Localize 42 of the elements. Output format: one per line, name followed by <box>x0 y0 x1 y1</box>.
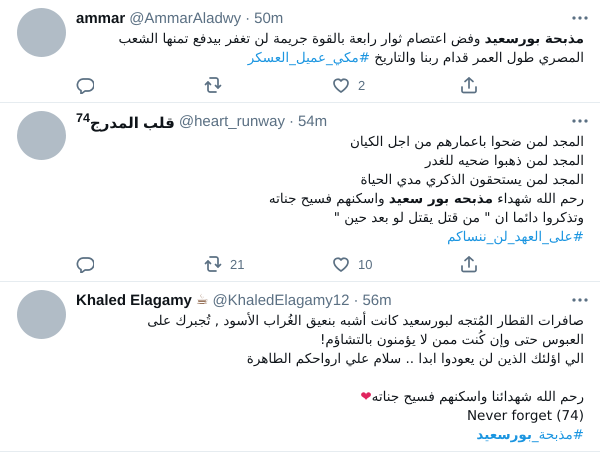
separator-dot: · <box>288 112 294 130</box>
heart-icon[interactable] <box>332 255 350 273</box>
tweet-text: المصري طول العمر قدام ربنا والتاريخ <box>373 50 584 66</box>
hashtag-link[interactable]: #مذبحة_بورسعيد <box>476 427 584 443</box>
hashtag-link[interactable]: #مكي_عميل_العسكر <box>248 50 370 66</box>
tweet-time[interactable]: 56m <box>362 292 392 308</box>
coffee-emoji: ☕ <box>196 292 208 308</box>
share-icon[interactable] <box>460 255 478 273</box>
tweet-text: رحم الله شهداء مذبحه بور سعيد واسكنهم فسيح جناته <box>268 191 584 207</box>
tweet-text: مذبحة بورسعيد وفض اعتصام ثوار رابعة بالقوة جريمة لن تغفر بيدفع تمنها الشعب <box>118 31 584 47</box>
more-icon[interactable] <box>572 16 588 20</box>
more-icon[interactable] <box>572 119 588 123</box>
tweet-text: المجد لمن ذهبوا ضحيه للغدر <box>425 153 584 169</box>
more-icon[interactable] <box>572 298 588 302</box>
retweet-icon[interactable] <box>204 76 222 94</box>
reply-icon[interactable] <box>76 255 94 273</box>
heart-icon[interactable] <box>332 76 350 94</box>
share-icon[interactable] <box>460 76 478 94</box>
tweet-text: الي اؤلئك الذين لن يعودوا ابدا .. سلام علي ارواحكم الطاهرة <box>246 351 584 367</box>
like-count: 10 <box>358 256 372 272</box>
user-name[interactable]: ammar <box>76 10 126 26</box>
heart-emoji: ❤ <box>360 389 372 405</box>
tweet-text: العبوس حتى وإن كُنت ممن لا يؤمنون بالتشاؤم! <box>320 332 584 348</box>
tweet-text: المجد لمن يستحقون الذكري مدي الحياة <box>360 172 584 188</box>
reply-icon[interactable] <box>76 76 94 94</box>
like-count: 2 <box>358 78 366 92</box>
tweet-text: صافرات القطار المُتجه لبورسعيد كانت أشبه بنعيق الغُراب الأسود , تُجبرك على <box>147 313 584 329</box>
separator-dot: · <box>353 292 358 308</box>
retweet-count: 21 <box>230 256 244 272</box>
tweet-text: المجد لمن ضحوا باعمارهم من اجل الكيان <box>350 134 584 150</box>
hashtag-link[interactable]: #على_العهد_لن_ننساكم <box>447 229 584 245</box>
tweet-text: Never forget (74) <box>466 408 584 424</box>
tweet-time[interactable]: 54m <box>298 112 328 130</box>
tweet-time[interactable]: 50m <box>254 10 284 26</box>
separator-dot: · <box>245 10 250 26</box>
tweet-text: رحم الله شهدائنا واسكنهم فسيح جناته <box>372 389 584 405</box>
user-handle[interactable]: @heart_runway <box>178 112 285 130</box>
tweet-text: وتذكروا دائما ان " من قتل يقتل لو بعد حين " <box>334 210 584 226</box>
user-name[interactable]: Khaled Elagamy <box>76 292 192 308</box>
user-handle[interactable]: @AmmarAladwy <box>129 10 242 26</box>
user-handle[interactable]: @KhaledElagamy12 <box>212 292 350 308</box>
retweet-icon[interactable] <box>204 255 222 273</box>
